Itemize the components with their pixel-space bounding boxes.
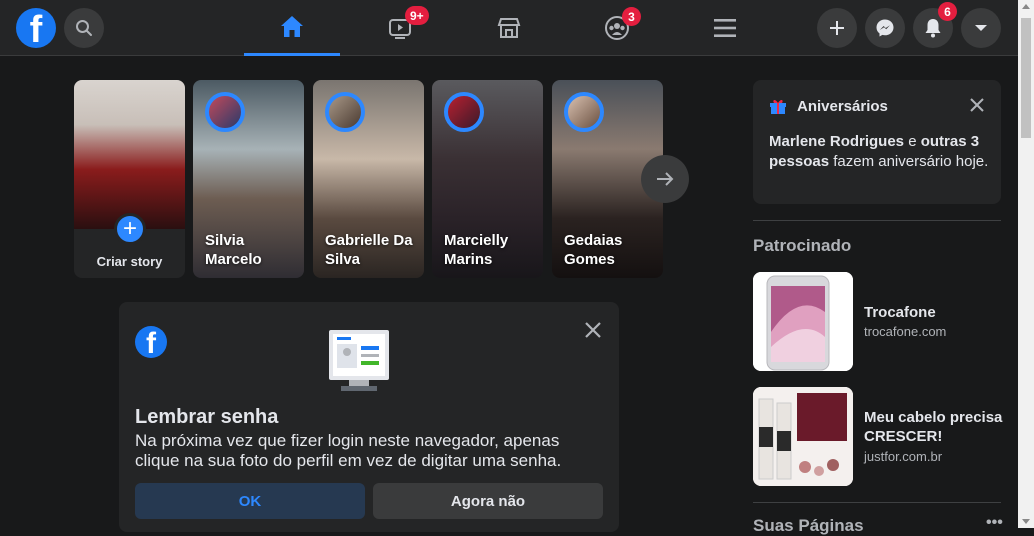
- birthdays-text: Marlene Rodrigues e outras 3 pessoas faz…: [769, 132, 989, 171]
- facebook-logo-letter: f: [146, 327, 156, 359]
- scroll-up-arrow-icon[interactable]: [1022, 4, 1030, 9]
- add-story-plus-icon[interactable]: +: [114, 213, 146, 245]
- scrollbar-thumb[interactable]: [1021, 18, 1031, 138]
- watch-badge: 9+: [405, 6, 429, 25]
- card-description: Na próxima vez que fizer login neste nav…: [135, 431, 562, 470]
- story-card[interactable]: Gabrielle Da Silva: [313, 80, 424, 278]
- facebook-logo[interactable]: f: [16, 8, 56, 48]
- home-icon: [281, 15, 303, 37]
- messenger-button[interactable]: [865, 8, 905, 48]
- notifications-badge: 6: [938, 2, 957, 21]
- ad-title: Meu cabelo precisa CRESCER!: [864, 409, 1003, 445]
- groups-badge: 3: [622, 7, 641, 26]
- ad-url: trocafone.com: [864, 324, 947, 339]
- hamburger-icon: [714, 19, 736, 37]
- create-story-label: Criar story: [96, 254, 163, 269]
- story-avatar: [444, 92, 484, 132]
- product-image-icon: [753, 387, 853, 486]
- search-icon: [76, 20, 92, 36]
- gift-icon: [770, 99, 786, 114]
- ad-url: justfor.com.br: [864, 449, 943, 464]
- sponsored-ad[interactable]: Meu cabelo precisa CRESCER! justfor.com.…: [753, 387, 1003, 487]
- your-pages-title: Suas Páginas: [753, 516, 864, 535]
- divider: [753, 502, 1001, 503]
- ok-button[interactable]: OK: [135, 483, 365, 519]
- ad-title: Trocafone: [864, 304, 936, 321]
- more-options-icon[interactable]: •••: [986, 514, 1003, 532]
- story-card[interactable]: Marcielly Marins: [432, 80, 543, 278]
- birthday-person-name[interactable]: Marlene Rodrigues: [769, 133, 904, 150]
- story-author-name: Silvia Marcelo: [205, 232, 262, 268]
- notifications-button[interactable]: 6: [913, 2, 957, 48]
- story-author-name: Gedaias Gomes: [564, 232, 623, 268]
- create-story-card[interactable]: + Criar story: [74, 80, 185, 278]
- facebook-logo-letter: f: [29, 9, 43, 48]
- birthdays-connector: e: [904, 133, 921, 150]
- ad-thumbnail: [753, 272, 853, 371]
- story-card[interactable]: Silvia Marcelo: [193, 80, 304, 278]
- close-icon[interactable]: [581, 318, 605, 342]
- sponsored-title: Patrocinado: [753, 236, 852, 255]
- story-author-name: Gabrielle Da Silva: [325, 232, 413, 268]
- caret-down-icon: [975, 25, 987, 31]
- birthdays-suffix: fazem aniversário hoje.: [829, 152, 989, 170]
- search-button[interactable]: [64, 8, 104, 48]
- tab-home[interactable]: [244, 0, 340, 56]
- stories-next-button[interactable]: [641, 155, 689, 203]
- account-menu-button[interactable]: [961, 8, 1001, 48]
- story-avatar: [564, 92, 604, 132]
- facebook-logo: f: [135, 326, 167, 358]
- scroll-down-arrow-icon[interactable]: [1022, 519, 1030, 524]
- remember-password-card: f Lembrar senha Na próxima vez que fizer…: [119, 302, 619, 532]
- sponsored-ad[interactable]: Trocafone trocafone.com: [753, 272, 1001, 372]
- tab-menu[interactable]: [677, 0, 773, 56]
- birthdays-title: Aniversários: [797, 98, 888, 115]
- messenger-icon: [876, 19, 894, 37]
- bell-icon: [925, 19, 941, 38]
- close-icon[interactable]: [969, 97, 985, 113]
- marketplace-icon: [497, 18, 521, 38]
- story-avatar: [205, 92, 245, 132]
- tab-groups[interactable]: 3: [569, 0, 665, 56]
- story-author-name: Marcielly Marins: [444, 232, 509, 268]
- birthdays-card: Aniversários Marlene Rodrigues e outras …: [753, 80, 1001, 204]
- tab-watch[interactable]: 9+: [352, 0, 448, 56]
- phone-image-icon: [753, 272, 853, 371]
- top-navigation-bar: f 9+ 3 6: [0, 0, 1018, 56]
- arrow-right-icon: [657, 172, 674, 186]
- monitor-illustration-icon: [329, 330, 389, 391]
- plus-icon: [830, 21, 844, 35]
- story-avatar: [325, 92, 365, 132]
- not-now-button[interactable]: Agora não: [373, 483, 603, 519]
- page-scrollbar[interactable]: [1018, 0, 1034, 528]
- profile-photo: [74, 80, 185, 229]
- tab-marketplace[interactable]: [461, 0, 557, 56]
- ad-thumbnail: [753, 387, 853, 486]
- card-title: Lembrar senha: [135, 406, 279, 428]
- create-button[interactable]: [817, 8, 857, 48]
- divider: [753, 220, 1001, 221]
